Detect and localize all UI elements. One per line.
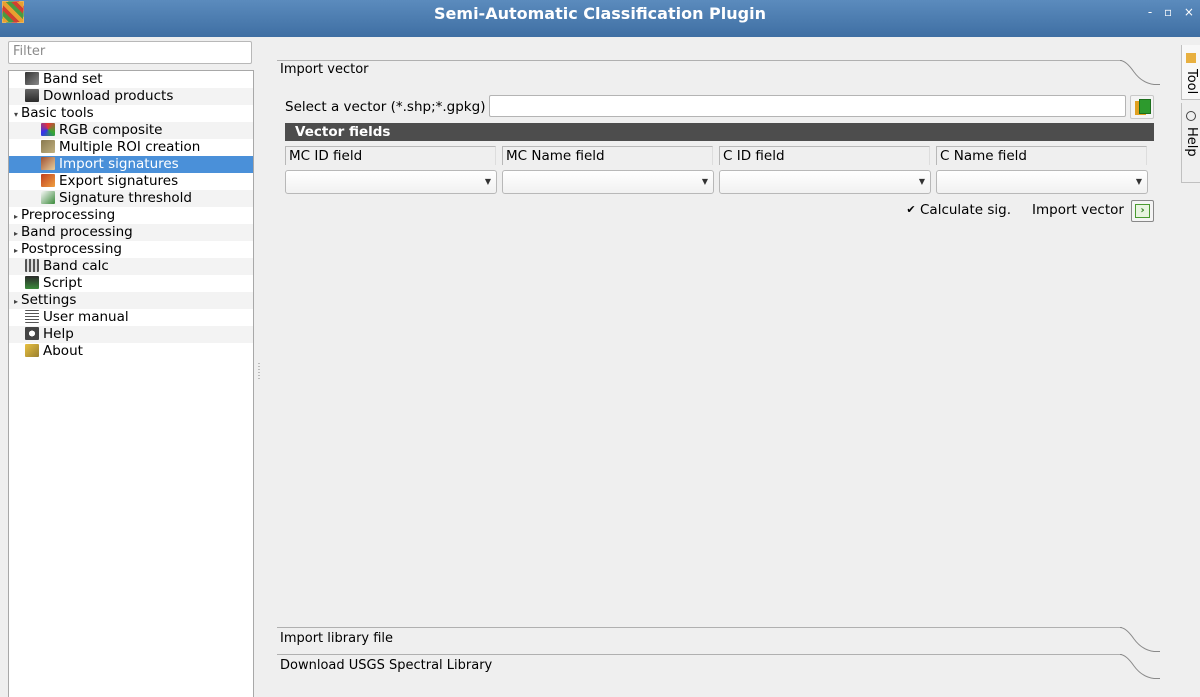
- tree-item-label: Multiple ROI creation: [59, 139, 201, 155]
- import-vector-run-button[interactable]: ›: [1131, 200, 1154, 222]
- window-title: Semi-Automatic Classification Plugin: [434, 4, 766, 23]
- tree-item-about[interactable]: About: [9, 343, 253, 360]
- tree-item-band-calc[interactable]: Band calc: [9, 258, 253, 275]
- band-set-icon: [25, 72, 39, 85]
- tree-item-label: About: [43, 343, 83, 359]
- chevron-right-icon[interactable]: ▸: [11, 208, 21, 225]
- tab-import-library-file[interactable]: Import library file: [280, 631, 393, 646]
- tree-item-label: Band processing: [21, 224, 133, 240]
- tree-item-band-set[interactable]: Band set: [9, 71, 253, 88]
- import-signatures-icon: [41, 157, 55, 170]
- tree-item-export-signatures[interactable]: Export signatures: [9, 173, 253, 190]
- filter-input[interactable]: Filter: [8, 41, 252, 64]
- tools-tree: Band set Download products ▾ Basic tools RGB…: [8, 70, 254, 697]
- tree-item-label: Script: [43, 275, 83, 291]
- tree-item-label: Import signatures: [59, 156, 179, 172]
- tree-item-label: RGB composite: [59, 122, 163, 138]
- help-icon: [25, 327, 39, 340]
- tree-item-help[interactable]: Help: [9, 326, 253, 343]
- tree-item-postprocessing[interactable]: ▸ Postprocessing: [9, 241, 253, 258]
- tree-item-user-manual[interactable]: User manual: [9, 309, 253, 326]
- chevron-right-icon[interactable]: ▸: [11, 225, 21, 242]
- tab-corner: [1120, 60, 1160, 85]
- open-file-button[interactable]: [1130, 95, 1154, 119]
- chevron-down-icon: ▼: [918, 177, 925, 186]
- tree-item-label: Basic tools: [21, 105, 94, 121]
- panel-splitter[interactable]: [258, 363, 260, 381]
- chevron-right-icon[interactable]: ▸: [11, 242, 21, 259]
- calculate-sig-checkbox[interactable]: ✔: [905, 204, 917, 216]
- tree-item-signature-threshold[interactable]: Signature threshold: [9, 190, 253, 207]
- tree-item-label: Help: [43, 326, 74, 342]
- tab-divider: [277, 60, 1122, 61]
- chevron-down-icon: ▼: [1135, 177, 1142, 186]
- tree-item-rgb-composite[interactable]: RGB composite: [9, 122, 253, 139]
- export-signatures-icon: [41, 174, 55, 187]
- vector-fields-header: Vector fields: [285, 123, 1154, 141]
- roi-creation-icon: [41, 140, 55, 153]
- c-id-field-combo[interactable]: ▼: [719, 170, 931, 194]
- tree-item-label: Export signatures: [59, 173, 179, 189]
- tree-item-label: User manual: [43, 309, 129, 325]
- tree-item-label: Postprocessing: [21, 241, 122, 257]
- tree-item-band-processing[interactable]: ▸ Band processing: [9, 224, 253, 241]
- mc-id-field-label: MC ID field: [285, 146, 496, 165]
- window-titlebar: Semi-Automatic Classification Plugin - ▫…: [0, 0, 1200, 37]
- tree-item-label: Download products: [43, 88, 174, 104]
- c-name-field-label: C Name field: [936, 146, 1147, 165]
- tab-download-usgs-library[interactable]: Download USGS Spectral Library: [280, 658, 492, 673]
- tree-item-preprocessing[interactable]: ▸ Preprocessing: [9, 207, 253, 224]
- help-icon: [1186, 111, 1196, 121]
- rgb-composite-icon: [41, 123, 55, 136]
- select-vector-label: Select a vector (*.shp;*.gpkg): [285, 99, 486, 115]
- tree-item-label: Signature threshold: [59, 190, 192, 206]
- tree-item-download-products[interactable]: Download products: [9, 88, 253, 105]
- user-manual-icon: [25, 310, 39, 323]
- window-controls[interactable]: - ▫ ×: [1148, 5, 1198, 19]
- right-dock: Tool Help: [1178, 37, 1200, 697]
- tab-tool[interactable]: Tool: [1181, 45, 1200, 100]
- tree-item-label: Preprocessing: [21, 207, 116, 223]
- tree-item-import-signatures[interactable]: Import signatures: [9, 156, 253, 173]
- tab-corner: [1120, 654, 1160, 679]
- tree-item-label: Band calc: [43, 258, 109, 274]
- vector-path-field[interactable]: [489, 95, 1126, 117]
- mc-name-field-label: MC Name field: [502, 146, 713, 165]
- script-icon: [25, 276, 39, 289]
- about-icon: [25, 344, 39, 357]
- chevron-down-icon: ▼: [701, 177, 708, 186]
- band-calc-icon: [25, 259, 39, 272]
- tree-item-label: Band set: [43, 71, 103, 87]
- c-id-field-label: C ID field: [719, 146, 930, 165]
- tree-item-script[interactable]: Script: [9, 275, 253, 292]
- signature-threshold-icon: [41, 191, 55, 204]
- tab-corner: [1120, 627, 1160, 652]
- import-vector-label: Import vector: [1032, 202, 1124, 218]
- mc-id-field-combo[interactable]: ▼: [285, 170, 497, 194]
- tab-help[interactable]: Help: [1181, 103, 1200, 183]
- tree-item-basic-tools[interactable]: ▾ Basic tools: [9, 105, 253, 122]
- run-icon: ›: [1135, 204, 1150, 218]
- chevron-down-icon: ▼: [484, 177, 491, 186]
- tree-item-multiple-roi-creation[interactable]: Multiple ROI creation: [9, 139, 253, 156]
- tree-item-label: Settings: [21, 292, 77, 308]
- tree-item-settings[interactable]: ▸ Settings: [9, 292, 253, 309]
- tool-icon: [1186, 53, 1196, 63]
- chevron-down-icon[interactable]: ▾: [11, 106, 21, 123]
- calculate-sig-label: Calculate sig.: [920, 202, 1011, 218]
- mc-name-field-combo[interactable]: ▼: [502, 170, 714, 194]
- chevron-right-icon[interactable]: ▸: [11, 293, 21, 310]
- tab-import-vector[interactable]: Import vector: [280, 62, 369, 77]
- c-name-field-combo[interactable]: ▼: [936, 170, 1148, 194]
- download-icon: [25, 89, 39, 102]
